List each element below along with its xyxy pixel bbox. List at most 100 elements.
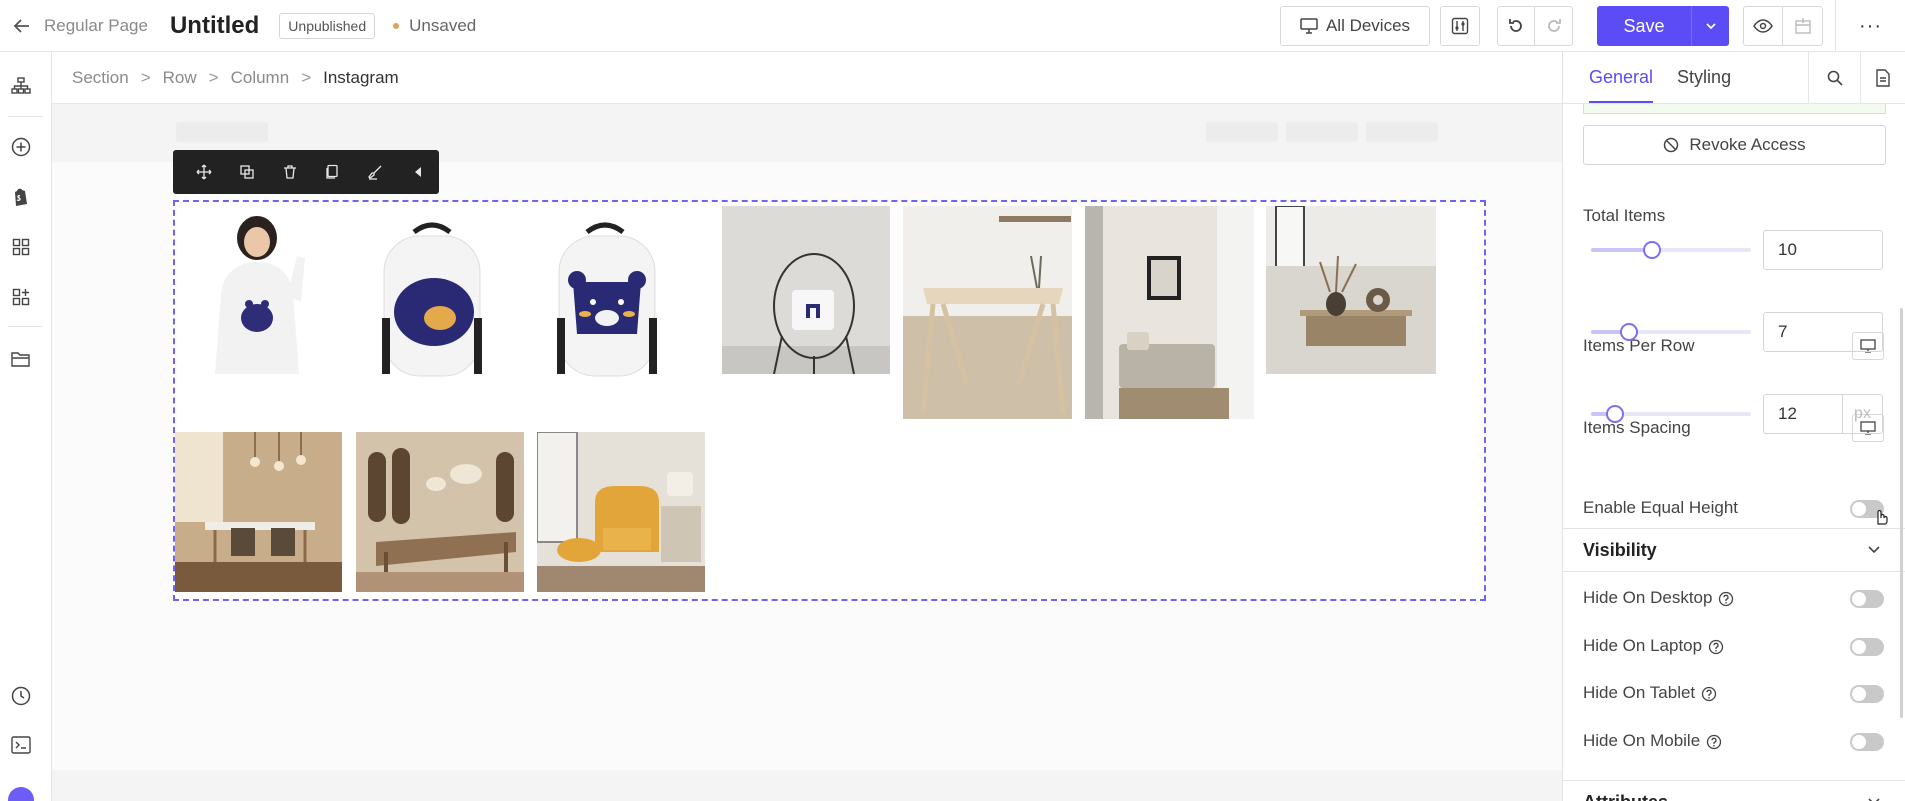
help-icon[interactable]	[1706, 734, 1722, 750]
items-spacing-input[interactable]: 12	[1763, 394, 1843, 434]
trash-icon[interactable]	[268, 150, 311, 194]
all-devices-button[interactable]: All Devices	[1280, 6, 1430, 46]
search-icon[interactable]	[1808, 52, 1860, 104]
redo-button[interactable]	[1535, 6, 1573, 46]
items-spacing-slider[interactable]	[1591, 405, 1751, 423]
instagram-image[interactable]	[356, 432, 524, 592]
publish-button[interactable]	[1783, 6, 1823, 46]
unit-selector[interactable]: px	[1842, 394, 1883, 434]
page-type-label: Regular Page	[44, 15, 148, 35]
save-options-button[interactable]	[1691, 6, 1729, 46]
terminal-icon[interactable]	[0, 730, 42, 760]
tab-general[interactable]: General	[1577, 52, 1665, 103]
unsaved-dot	[393, 22, 400, 29]
instagram-image[interactable]	[537, 432, 705, 592]
ban-icon	[1664, 137, 1679, 153]
instagram-image[interactable]	[356, 222, 508, 382]
revoke-access-label: Revoke Access	[1689, 135, 1806, 154]
save-button[interactable]: Save	[1597, 6, 1691, 46]
breadcrumb: Section > Row > Column > Instagram	[52, 52, 1562, 104]
ghost-nav-item	[1286, 122, 1358, 142]
chevron-down-icon	[1866, 793, 1882, 801]
hide-on-laptop-label: Hide On Laptop	[1583, 636, 1724, 656]
hand-cursor-icon	[1877, 509, 1888, 525]
slider-handle[interactable]	[1642, 241, 1661, 259]
navigator-icon[interactable]	[0, 71, 42, 101]
tab-styling[interactable]: Styling	[1665, 52, 1743, 103]
settings-panel: General Styling Revoke Access Total Item…	[1562, 52, 1905, 801]
revoke-access-button[interactable]: Revoke Access	[1583, 125, 1886, 165]
undo-icon	[1509, 19, 1522, 32]
add-element-icon[interactable]	[0, 132, 42, 162]
hide-on-desktop-toggle[interactable]	[1850, 590, 1884, 608]
help-icon[interactable]	[1701, 686, 1717, 702]
paint-brush-icon[interactable]	[354, 150, 397, 194]
hide-on-mobile-toggle[interactable]	[1850, 733, 1884, 751]
attributes-title: Attributes	[1583, 792, 1668, 801]
panel-scrollbar[interactable]	[1900, 308, 1903, 718]
connected-notice	[1583, 104, 1886, 114]
hide-on-desktop-label: Hide On Desktop	[1583, 588, 1734, 608]
copy-icon[interactable]	[311, 150, 354, 194]
chevron-down-icon	[1866, 541, 1882, 557]
preview-button[interactable]	[1743, 6, 1783, 46]
instagram-image[interactable]	[537, 222, 677, 382]
hide-on-tablet-toggle[interactable]	[1850, 685, 1884, 703]
top-bar: Regular Page Untitled Unpublished Unsave…	[0, 0, 1905, 52]
breadcrumb-separator: >	[301, 67, 312, 87]
visibility-title: Visibility	[1583, 539, 1657, 560]
back-arrow-icon[interactable]	[0, 0, 44, 52]
attributes-section-header[interactable]: Attributes	[1563, 780, 1905, 801]
instagram-image[interactable]	[1085, 206, 1254, 419]
avatar[interactable]	[8, 787, 34, 801]
instagram-feed[interactable]	[173, 200, 1486, 601]
ghost-footer-section	[52, 770, 1562, 801]
sliders-icon	[1451, 17, 1469, 35]
breadcrumb-separator: >	[140, 67, 151, 87]
undo-button[interactable]	[1497, 6, 1535, 46]
page-title[interactable]: Untitled	[170, 12, 259, 40]
items-spacing-label: Items Spacing	[1583, 418, 1691, 437]
help-icon[interactable]	[1718, 591, 1734, 607]
visibility-section-header[interactable]: Visibility	[1563, 528, 1905, 572]
more-options-icon[interactable]: ···	[1835, 0, 1905, 52]
slider-handle[interactable]	[1606, 405, 1624, 423]
add-block-icon[interactable]	[0, 282, 42, 312]
save-state-label: Unsaved	[409, 15, 477, 35]
duplicate-icon[interactable]	[226, 150, 269, 194]
redo-icon	[1547, 19, 1561, 32]
document-icon[interactable]	[1860, 52, 1905, 104]
panel-tabs: General Styling	[1563, 52, 1905, 104]
instagram-image[interactable]	[175, 206, 342, 374]
ghost-nav-item	[1366, 122, 1438, 142]
instagram-image[interactable]	[1266, 206, 1436, 374]
shopify-icon[interactable]	[0, 182, 42, 212]
items-per-row-label: Items Per Row	[1583, 336, 1695, 355]
help-icon[interactable]	[1708, 639, 1724, 655]
eye-icon	[1753, 19, 1773, 33]
items-per-row-input[interactable]: 7	[1763, 312, 1883, 352]
responsive-settings-button[interactable]	[1440, 6, 1480, 46]
hide-on-laptop-toggle[interactable]	[1850, 638, 1884, 656]
history-icon[interactable]	[0, 681, 42, 711]
breadcrumb-column[interactable]: Column	[231, 68, 290, 88]
total-items-input[interactable]: 10	[1763, 230, 1883, 270]
editor-canvas[interactable]	[52, 104, 1562, 801]
hide-on-tablet-label: Hide On Tablet	[1583, 683, 1717, 703]
folder-icon[interactable]	[0, 344, 42, 374]
breadcrumb-row[interactable]: Row	[163, 68, 197, 88]
total-items-slider[interactable]	[1591, 241, 1751, 259]
instagram-image[interactable]	[903, 206, 1072, 419]
collapse-left-icon[interactable]	[396, 150, 439, 194]
grid-icon[interactable]	[0, 232, 42, 262]
element-toolbar	[173, 150, 439, 194]
breadcrumb-instagram: Instagram	[323, 67, 399, 87]
items-per-row-slider[interactable]	[1591, 323, 1751, 341]
instagram-image[interactable]	[722, 206, 890, 374]
instagram-image[interactable]	[175, 432, 342, 592]
breadcrumb-section[interactable]: Section	[72, 68, 129, 88]
status-badge: Unpublished	[279, 12, 376, 39]
chevron-down-icon	[1705, 23, 1716, 30]
breadcrumb-separator: >	[208, 67, 219, 87]
move-icon[interactable]	[183, 150, 226, 194]
